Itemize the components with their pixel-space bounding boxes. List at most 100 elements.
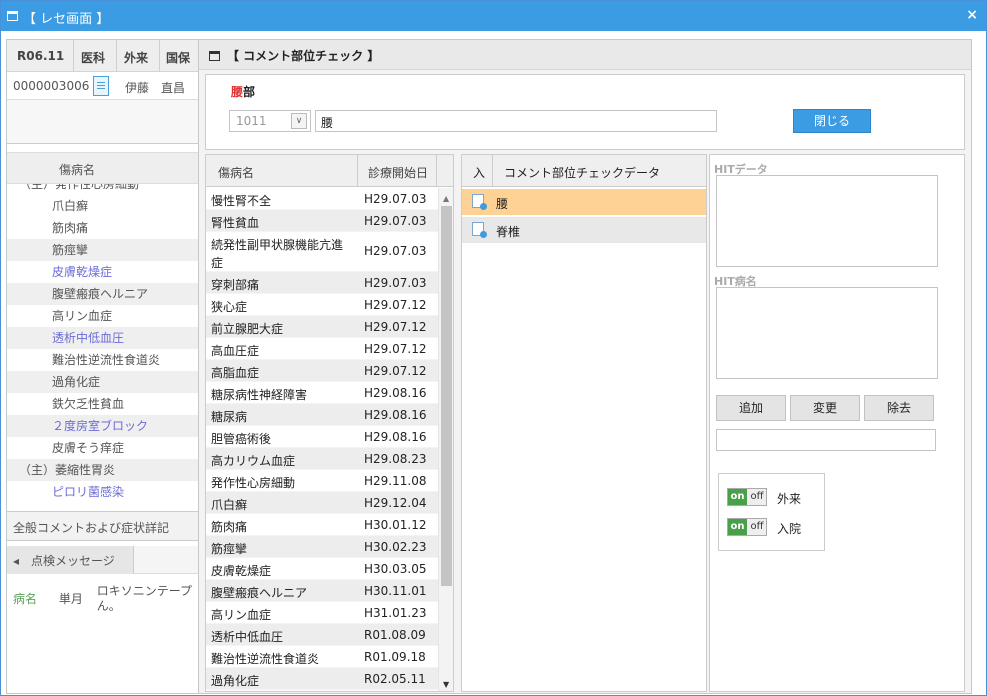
- outpatient-toggle[interactable]: on off: [727, 488, 767, 506]
- scroll-up-icon[interactable]: ▲: [443, 194, 449, 203]
- check-item[interactable]: 脊椎: [462, 217, 706, 243]
- row-diagnosis: 高カリウム血症: [211, 454, 296, 468]
- row-start-date: H29.07.12: [364, 320, 427, 334]
- check-item-selected[interactable]: 腰: [462, 189, 706, 215]
- inpatient-toggle[interactable]: on off: [727, 518, 767, 536]
- search-box: 腰部 1011 ∨ 腰 閉じる: [205, 74, 965, 150]
- diagnosis-item[interactable]: 難治性逆流性食道炎: [7, 349, 198, 371]
- comment-check-dialog: 【 コメント部位チェック 】 腰部 1011 ∨ 腰 閉じる 傷病名 診療開始日 …: [198, 39, 972, 694]
- close-icon[interactable]: ×: [966, 7, 978, 23]
- table-row[interactable]: 穿刺部痛 H29.07.03: [206, 272, 438, 294]
- col-check-data: コメント部位チェックデータ: [504, 166, 661, 180]
- message-kind: 病名: [13, 592, 38, 606]
- diagnosis-item[interactable]: 皮膚乾燥症: [7, 261, 198, 283]
- scroll-down-icon[interactable]: ▼: [443, 680, 449, 689]
- close-button[interactable]: 閉じる: [793, 109, 871, 133]
- toggle-on: on: [728, 489, 747, 505]
- diagnosis-item[interactable]: ピロリ菌感染: [7, 481, 198, 503]
- diagnosis-item[interactable]: 高リン血症: [7, 305, 198, 327]
- col-start-date: 診療開始日: [368, 166, 429, 180]
- chevron-down-icon[interactable]: ∨: [291, 113, 307, 129]
- change-button[interactable]: 変更: [790, 395, 860, 421]
- general-comment-link[interactable]: 全般コメントおよび症状詳記: [7, 511, 198, 541]
- table-row[interactable]: 前立腺肥大症 H29.07.12: [206, 316, 438, 338]
- dialog-title: 【 コメント部位チェック 】: [227, 49, 380, 63]
- check-message-tab[interactable]: ◂ 点検メッセージ: [7, 546, 134, 574]
- table-row[interactable]: 高カリウム血症 H29.08.23: [206, 448, 438, 470]
- diagnosis-table-rows: 慢性腎不全 H29.07.03 腎性貧血 H29.07.03 続発性副甲状腺機能亢進症 H…: [206, 188, 438, 690]
- table-row[interactable]: 慢性腎不全 H29.07.03: [206, 188, 438, 210]
- table-row[interactable]: 筋痙攣 H30.02.23: [206, 536, 438, 558]
- table-row[interactable]: 過角化症 R02.05.11: [206, 668, 438, 690]
- site-label-rest: 部: [243, 85, 256, 99]
- row-start-date: H29.07.03: [364, 276, 427, 290]
- diagnosis-name: 皮膚そう痒症: [52, 441, 125, 455]
- primary-mark: （主）: [19, 184, 56, 191]
- row-diagnosis: 爪白癬: [211, 498, 248, 512]
- diagnosis-item[interactable]: 腹壁瘢痕ヘルニア: [7, 283, 198, 305]
- table-row[interactable]: 爪白癬 H29.12.04: [206, 492, 438, 514]
- row-diagnosis: 難治性逆流性食道炎: [211, 652, 320, 666]
- add-button[interactable]: 追加: [716, 395, 786, 421]
- site-label: 腰部: [231, 83, 255, 100]
- table-row[interactable]: 発作性心房細動 H29.11.08: [206, 470, 438, 492]
- hit-input[interactable]: [716, 429, 936, 451]
- diagnosis-item[interactable]: 過角化症: [7, 371, 198, 393]
- document-icon[interactable]: [93, 76, 109, 96]
- diagnosis-name: 筋痙攣: [52, 243, 89, 257]
- info-area: [7, 100, 198, 144]
- diagnosis-name: 発作性心房細動: [55, 184, 140, 191]
- table-row[interactable]: 狭心症 H29.07.12: [206, 294, 438, 316]
- table-row[interactable]: 糖尿病性神経障害 H29.08.16: [206, 382, 438, 404]
- diagnosis-item[interactable]: ２度房室ブロック: [7, 415, 198, 437]
- row-start-date: R02.05.11: [364, 672, 426, 686]
- table-scrollbar[interactable]: ▲ ▼: [438, 188, 453, 691]
- row-diagnosis: 胆管癌術後: [211, 432, 272, 446]
- check-data-list: 入 コメント部位チェックデータ 腰 脊椎: [461, 154, 707, 692]
- row-start-date: H29.07.03: [364, 192, 427, 206]
- diagnosis-name: 高リン血症: [52, 309, 113, 323]
- row-start-date: H29.08.16: [364, 408, 427, 422]
- hit-name-box[interactable]: [716, 287, 938, 379]
- table-row[interactable]: 腹壁瘢痕ヘルニア H30.11.01: [206, 580, 438, 602]
- remove-button[interactable]: 除去: [864, 395, 934, 421]
- diagnosis-item[interactable]: 透析中低血圧: [7, 327, 198, 349]
- table-row[interactable]: 高リン血症 H31.01.23: [206, 602, 438, 624]
- diagnosis-item[interactable]: 皮膚そう痒症: [7, 437, 198, 459]
- table-row[interactable]: 続発性副甲状腺機能亢進症 H29.07.03: [206, 232, 438, 272]
- toggle-off: off: [750, 521, 764, 532]
- insurance-label: 国保: [166, 51, 191, 65]
- table-row[interactable]: 高血圧症 H29.07.12: [206, 338, 438, 360]
- col-diagnosis: 傷病名: [218, 166, 255, 180]
- site-text-input[interactable]: 腰: [315, 110, 717, 132]
- diagnosis-item[interactable]: 筋肉痛: [7, 217, 198, 239]
- check-message-tab-label: 点検メッセージ: [31, 554, 115, 568]
- diagnosis-name: 皮膚乾燥症: [52, 265, 113, 279]
- diagnosis-item[interactable]: 鉄欠乏性貧血: [7, 393, 198, 415]
- table-row[interactable]: 胆管癌術後 H29.08.16: [206, 426, 438, 448]
- diagnosis-item[interactable]: （主）萎縮性胃炎: [7, 459, 198, 481]
- row-start-date: H30.01.12: [364, 518, 427, 532]
- table-row[interactable]: 皮膚乾燥症 H30.03.05: [206, 558, 438, 580]
- code-select-value: 1011: [236, 114, 267, 128]
- diagnosis-name: ２度房室ブロック: [52, 419, 149, 433]
- scrollbar-thumb[interactable]: [441, 206, 452, 586]
- hit-data-box[interactable]: [716, 175, 938, 267]
- row-diagnosis: 続発性副甲状腺機能亢進症: [211, 238, 344, 270]
- row-start-date: H30.11.01: [364, 584, 427, 598]
- row-diagnosis: 高血圧症: [211, 344, 260, 358]
- code-select[interactable]: 1011 ∨: [229, 110, 311, 132]
- table-row[interactable]: 腎性貧血 H29.07.03: [206, 210, 438, 232]
- table-row[interactable]: 筋肉痛 H30.01.12: [206, 514, 438, 536]
- diagnosis-item[interactable]: （主）発作性心房細動: [7, 184, 198, 195]
- diagnosis-table-header: 傷病名 診療開始日: [206, 155, 453, 187]
- row-start-date: R01.09.18: [364, 650, 426, 664]
- diagnosis-item[interactable]: 爪白癬: [7, 195, 198, 217]
- row-diagnosis: 透析中低血圧: [211, 630, 284, 644]
- table-row[interactable]: 透析中低血圧 R01.08.09: [206, 624, 438, 646]
- table-row[interactable]: 糖尿病 H29.08.16: [206, 404, 438, 426]
- row-start-date: H29.12.04: [364, 496, 427, 510]
- table-row[interactable]: 高脂血症 H29.07.12: [206, 360, 438, 382]
- table-row[interactable]: 難治性逆流性食道炎 R01.09.18: [206, 646, 438, 668]
- diagnosis-item[interactable]: 筋痙攣: [7, 239, 198, 261]
